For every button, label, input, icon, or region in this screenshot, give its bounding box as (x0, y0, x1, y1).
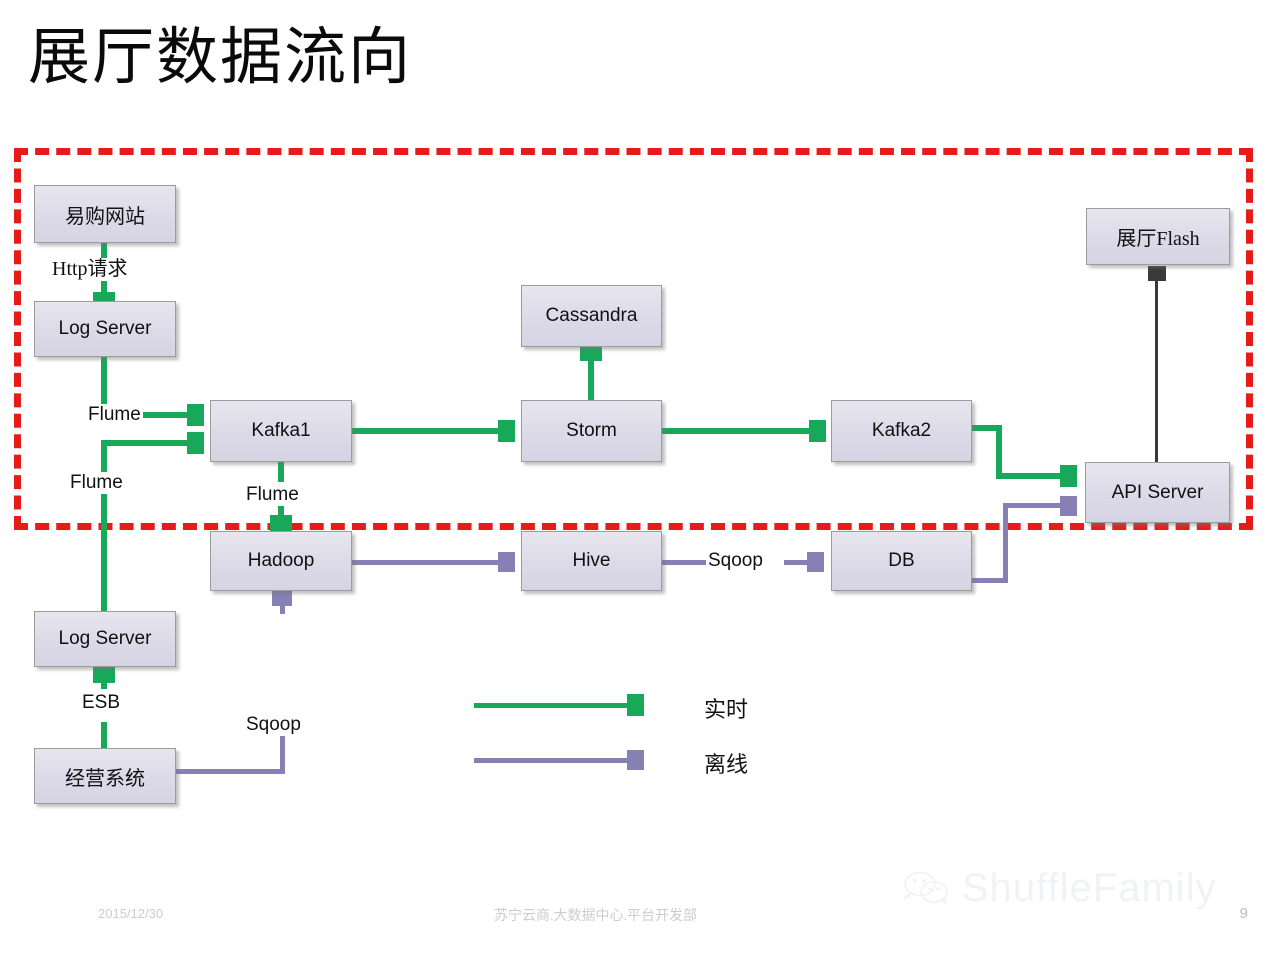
footer-org: 苏宁云商.大数据中心.平台开发部 (494, 909, 697, 924)
page-title: 展厅数据流向 (28, 24, 413, 92)
arrowhead-storm-to-kafka2 (809, 420, 826, 442)
legend-line-offline (474, 758, 629, 763)
edge-label-flume-2: Flume (68, 472, 125, 494)
legend-arrowhead-realtime (627, 694, 644, 716)
node-exhibition-flash[interactable]: 展厅Flash (1086, 208, 1230, 265)
node-label: DB (888, 550, 915, 571)
edge-hive-to-db-left (662, 560, 706, 565)
edge-kafka1-to-hadoop-upper (278, 462, 284, 482)
edge-kafka2-to-api-h2 (996, 473, 1063, 479)
node-label: Log Server (58, 318, 152, 339)
arrowhead-kafka2-to-api (1060, 465, 1077, 487)
edge-hadoop-to-hive (352, 560, 500, 565)
edge-jingying-to-hadoop-v-lower (280, 736, 285, 774)
arrowhead-hadoop-to-hive (498, 552, 515, 572)
node-label: 展厅Flash (1116, 228, 1200, 250)
edge-api-to-flash (1155, 280, 1158, 462)
node-storm[interactable]: Storm (521, 400, 662, 462)
arrowhead-api-to-flash (1148, 266, 1166, 281)
node-kafka1[interactable]: Kafka1 (210, 400, 352, 462)
edge-jingying-to-hadoop-h (175, 769, 285, 774)
edge-flume2-horizontal (101, 440, 190, 446)
arrowhead-db-to-api (1060, 496, 1077, 516)
node-label: Kafka2 (871, 420, 932, 441)
node-api-server[interactable]: API Server (1085, 462, 1230, 523)
edge-label-sqoop-db: Sqoop (706, 550, 765, 572)
wechat-icon (903, 871, 948, 905)
legend-line-realtime (474, 703, 629, 708)
edge-esb-lower (101, 722, 107, 748)
edge-logserver2-up (101, 440, 107, 612)
node-label: API Server (1111, 481, 1204, 503)
node-hadoop[interactable]: Hadoop (210, 531, 352, 591)
node-label: Kafka1 (251, 420, 311, 441)
node-kafka2[interactable]: Kafka2 (831, 400, 972, 462)
node-label: Hadoop (247, 550, 315, 571)
edge-label-sqoop-hadoop: Sqoop (244, 714, 303, 736)
node-label: 经营系统 (65, 767, 145, 790)
watermark: ShuffleFamily (900, 868, 1217, 908)
watermark-label: ShuffleFamily (962, 866, 1217, 910)
edge-label-http-request: Http请求 (50, 258, 130, 280)
legend-label-offline: 离线 (704, 752, 749, 777)
arrowhead-esb-to-logserver2 (93, 666, 115, 683)
edge-kafka2-to-api-v (996, 425, 1002, 479)
edge-kafka1-to-storm (352, 428, 500, 434)
edge-storm-to-kafka2 (662, 428, 811, 434)
legend-label-realtime: 实时 (704, 697, 749, 722)
arrowhead-sqoop-to-hadoop (272, 589, 292, 606)
edge-label-flume-3: Flume (244, 484, 301, 506)
edge-storm-to-cassandra (588, 358, 594, 403)
node-log-server-top[interactable]: Log Server (34, 301, 176, 357)
arrowhead-flume2-to-kafka1 (187, 432, 204, 454)
arrowhead-flume1-to-kafka1 (187, 404, 204, 426)
node-label: Cassandra (545, 305, 638, 326)
node-label: 易购网站 (65, 205, 145, 228)
arrowhead-kafka1-to-hadoop (270, 515, 292, 532)
arrowhead-hive-to-db (807, 552, 824, 572)
edge-label-flume-1: Flume (86, 404, 143, 426)
node-operation-system[interactable]: 经营系统 (34, 748, 176, 804)
footer-date: 2015/12/30 (98, 906, 164, 921)
edge-db-to-api-v (1003, 503, 1008, 583)
node-db[interactable]: DB (831, 531, 972, 591)
node-log-server-bottom[interactable]: Log Server (34, 611, 176, 667)
page-number: 9 (1239, 905, 1248, 922)
node-label: Storm (566, 420, 617, 441)
node-hive[interactable]: Hive (521, 531, 662, 591)
legend-arrowhead-offline (627, 750, 644, 770)
node-label: Log Server (58, 628, 152, 649)
node-yigou-website[interactable]: 易购网站 (34, 185, 176, 243)
edge-label-esb: ESB (80, 692, 123, 714)
arrowhead-kafka1-to-storm (498, 420, 515, 442)
node-label: Hive (572, 550, 611, 571)
slide-canvas: 展厅数据流向 易购网站 Log Server Kafka1 Cassandra … (0, 0, 1280, 960)
edge-db-to-api-h2 (1003, 503, 1063, 508)
node-cassandra[interactable]: Cassandra (521, 285, 662, 347)
